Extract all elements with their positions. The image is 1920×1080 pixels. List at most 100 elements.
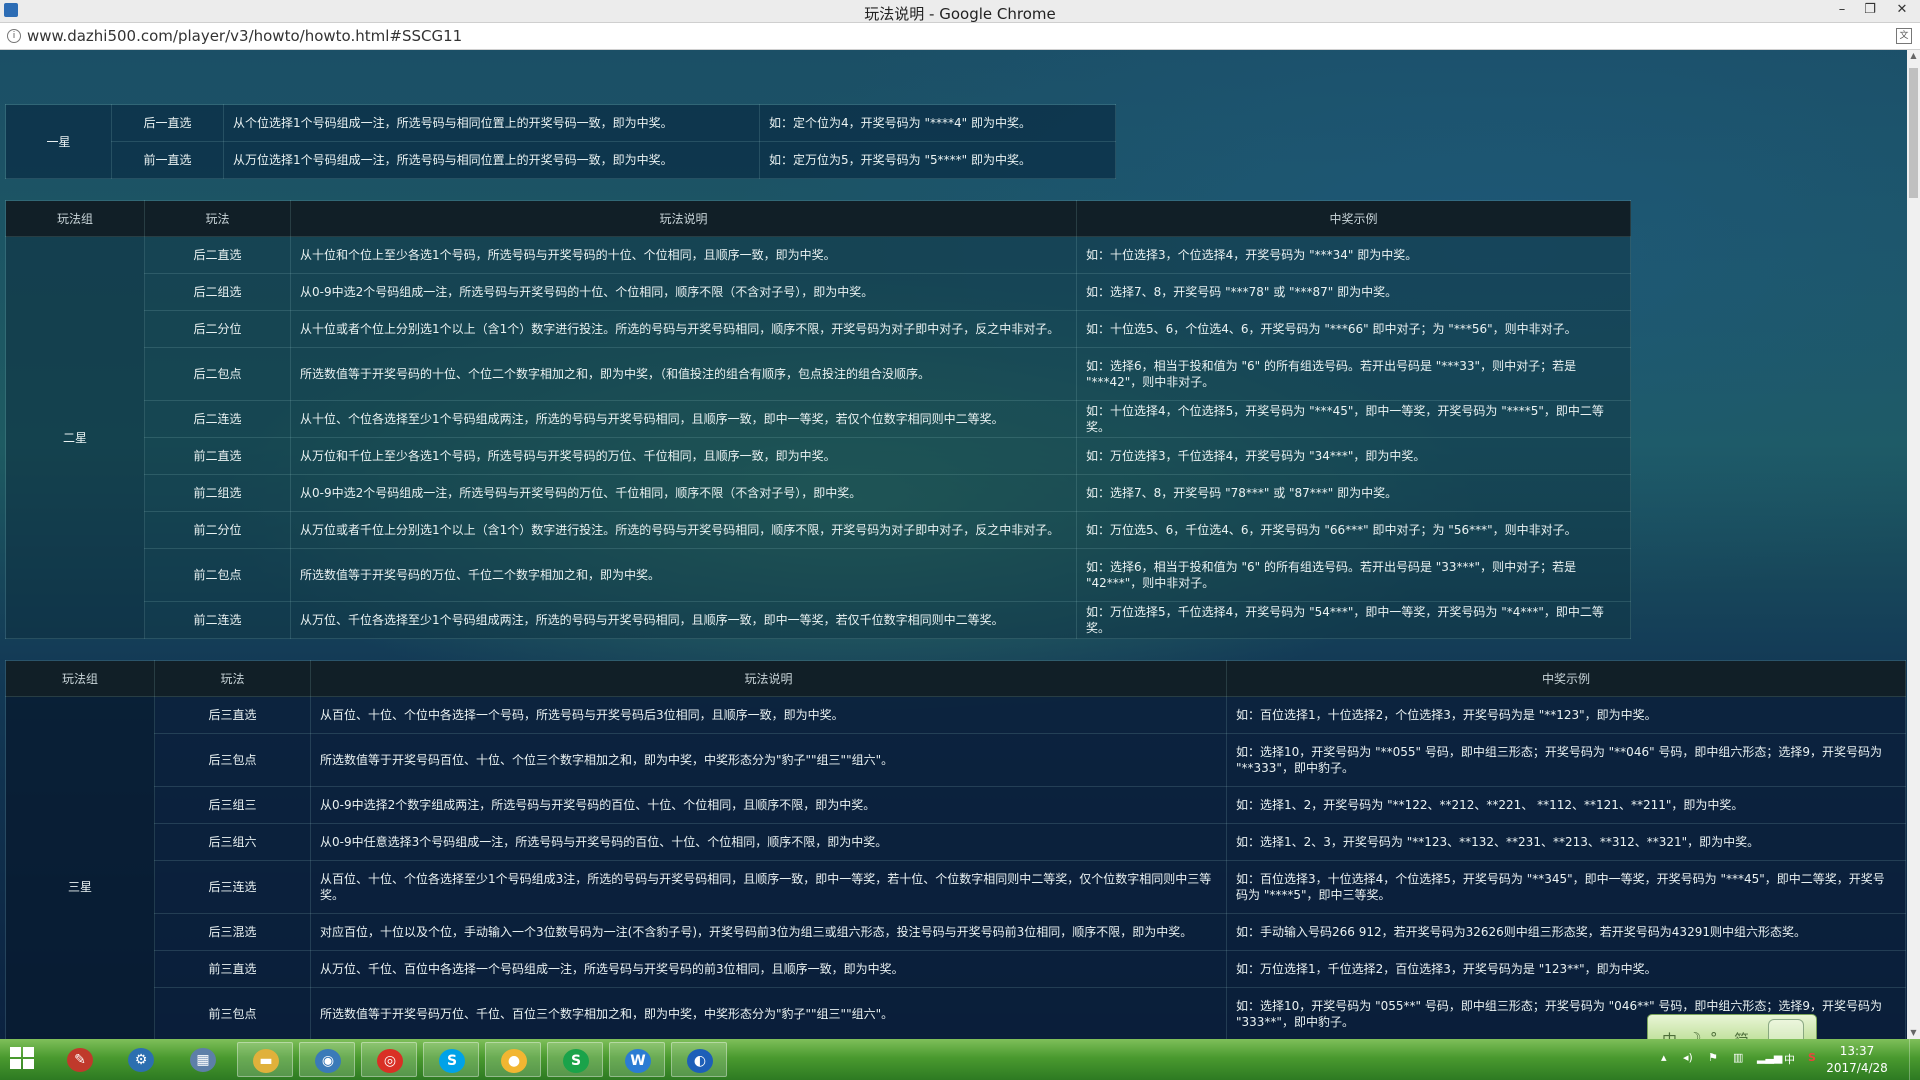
tools-app-icon: ⚙: [128, 1048, 154, 1072]
play-name-cell: 后二直选: [144, 236, 291, 274]
minimize-button[interactable]: –: [1828, 0, 1856, 22]
table-row: 后二连选 从十位、个位各选择至少1个号码组成两注，所选的号码与开奖号码相同，且顺序…: [6, 400, 1631, 438]
table-row: 后三混选 对应百位，十位以及个位，手动输入一个3位数号码为一注(不含豹子号)，开奖…: [6, 913, 1906, 951]
three-star-table: 玩法组 玩法 玩法说明 中奖示例 三星 后三直选 从百位、十位、个位中各选择一个号码，所选…: [5, 660, 1906, 1039]
play-name-cell: 后三混选: [154, 913, 311, 951]
win-example-cell: 如：选择6，相当于投和值为 "6" 的所有组选号码。若开出号码是 "***33"…: [1076, 347, 1631, 401]
signal-icon[interactable]: ▂▃▅: [1757, 1051, 1782, 1064]
table-row: 后二包点 所选数值等于开奖号码的十位、个位二个数字相加之和，即为中奖，（和值投注的…: [6, 347, 1631, 401]
writer-app-taskbar-button[interactable]: W: [609, 1042, 665, 1077]
play-description-cell: 从万位选择1个号码组成一注，所选号码与相同位置上的开奖号码一致，即为中奖。: [223, 141, 760, 179]
play-description-cell: 从十位或者个位上分别选1个以上（含1个）数字进行投注。所选的号码与开奖号码相同，…: [290, 310, 1077, 348]
win-example-cell: 如：选择10，开奖号码为 "**055" 号码，即中组三形态；开奖号码为 "**…: [1226, 733, 1906, 787]
antivirus-icon[interactable]: S: [1808, 1051, 1816, 1064]
table-row: 前二分位 从万位或者千位上分别选1个以上（含1个）数字进行投注。所选的号码与开奖号…: [6, 511, 1631, 549]
column-header: 中奖示例: [1076, 200, 1631, 237]
browser-app-taskbar-button[interactable]: ◐: [671, 1042, 727, 1077]
network-app-taskbar-button[interactable]: ◉: [299, 1042, 355, 1077]
win-example-cell: 如：百位选择1，十位选择2，个位选择3，开奖号码为是 "**123"，即为中奖。: [1226, 696, 1906, 734]
site-info-icon[interactable]: i: [7, 29, 21, 43]
ime-moon-icon[interactable]: ☽: [1688, 1029, 1701, 1039]
play-name-cell: 后二连选: [144, 400, 291, 438]
scroll-down-icon[interactable]: ▼: [1907, 1027, 1920, 1039]
translate-icon[interactable]: 文: [1896, 28, 1912, 44]
spreadsheet-app-icon: S: [563, 1049, 589, 1073]
scroll-up-icon[interactable]: ▲: [1907, 50, 1920, 62]
table-row: 一星 后一直选 从个位选择1个号码组成一注，所选号码与相同位置上的开奖号码一致，即为…: [5, 104, 1116, 179]
ime-chinese-mode[interactable]: 中: [1662, 1029, 1677, 1039]
ime-toolbar[interactable]: 中 ☽ °, 简: [1647, 1014, 1817, 1039]
play-name-cell: 后三组六: [154, 823, 311, 861]
play-name-cell: 前三直选: [154, 950, 311, 988]
play-description-cell: 从万位、千位各选择至少1个号码组成两注，所选的号码与开奖号码相同，且顺序一致，即…: [290, 601, 1077, 639]
play-description-cell: 从万位或者千位上分别选1个以上（含1个）数字进行投注。所选的号码与开奖号码相同，…: [290, 511, 1077, 549]
play-name-cell: 后二分位: [144, 310, 291, 348]
play-name-cell: 后三连选: [154, 860, 311, 914]
browser-app-icon: ◐: [687, 1049, 713, 1073]
scrollbar-thumb[interactable]: [1909, 68, 1918, 198]
win-example-cell: 如：百位选择3，十位选择4，个位选择5，开奖号码为 "**345"，即中一等奖，…: [1226, 860, 1906, 914]
chrome-taskbar-button[interactable]: ◎: [361, 1042, 417, 1077]
vertical-scrollbar[interactable]: ▲ ▼: [1907, 50, 1920, 1039]
play-description-cell: 从百位、十位、个位中各选择一个号码，所选号码与开奖号码后3位相同，且顺序一致，即…: [310, 696, 1227, 734]
column-header: 中奖示例: [1226, 660, 1906, 697]
skype-taskbar-button[interactable]: S: [423, 1042, 479, 1077]
table-row: 后二分位 从十位或者个位上分别选1个以上（含1个）数字进行投注。所选的号码与开奖号…: [6, 310, 1631, 348]
address-bar[interactable]: i www.dazhi500.com/player/v3/howto/howto…: [0, 23, 1920, 50]
restore-button[interactable]: ❐: [1856, 0, 1884, 22]
window-title-bar: 玩法说明 - Google Chrome – ❐ ✕: [0, 0, 1920, 23]
play-description-cell: 从百位、十位、个位各选择至少1个号码组成3注，所选的号码与开奖号码相同，且顺序一…: [310, 860, 1227, 914]
tray-flag-icon[interactable]: ⚑: [1708, 1051, 1718, 1064]
play-description-cell: 从十位、个位各选择至少1个号码组成两注，所选的号码与开奖号码相同，且顺序一致，即…: [290, 400, 1077, 438]
page-viewport: 一星 后一直选 从个位选择1个号码组成一注，所选号码与相同位置上的开奖号码一致，即为…: [0, 50, 1907, 1039]
table-row: 三星 后三直选 从百位、十位、个位中各选择一个号码，所选号码与开奖号码后3位相同，且…: [5, 696, 1906, 1039]
win-example-cell: 如：选择1、2、3，开奖号码为 "**123、**132、**231、**213…: [1226, 823, 1906, 861]
paint-app-taskbar-button[interactable]: ✎: [52, 1042, 108, 1077]
ime-punctuation[interactable]: °,: [1710, 1029, 1722, 1039]
colors-app-taskbar-button[interactable]: ●: [485, 1042, 541, 1077]
close-button[interactable]: ✕: [1884, 0, 1920, 22]
network-app-icon: ◉: [315, 1049, 341, 1073]
tray-network-icon[interactable]: ▥: [1733, 1051, 1743, 1064]
play-name-cell: 后二包点: [144, 347, 291, 401]
url-text[interactable]: www.dazhi500.com/player/v3/howto/howto.h…: [27, 27, 462, 45]
column-header: 玩法说明: [290, 200, 1077, 237]
ime-simplified[interactable]: 简: [1734, 1029, 1749, 1039]
win-example-cell: 如：选择1、2，开奖号码为 "**122、**212、**221、 **112、…: [1226, 786, 1906, 824]
win-example-cell: 如：万位选5、6，千位选4、6，开奖号码为 "66***" 即中对子；为 "56…: [1076, 511, 1631, 549]
clock[interactable]: 13:37 2017/4/28: [1822, 1043, 1892, 1077]
column-header: 玩法组: [5, 660, 155, 697]
table-row: 前三包点 所选数值等于开奖号码万位、千位、百位三个数字相加之和，即为中奖，中奖形态…: [6, 987, 1906, 1039]
tray-ime-label[interactable]: 中: [1784, 1051, 1795, 1067]
play-description-cell: 所选数值等于开奖号码万位、千位、百位三个数字相加之和，即为中奖，中奖形态分为"豹…: [310, 987, 1227, 1039]
play-description-cell: 从万位和千位上至少各选1个号码，所选号码与开奖号码的万位、千位相同，且顺序一致，…: [290, 437, 1077, 475]
play-name-cell: 前二组选: [144, 474, 291, 512]
spreadsheet-app-taskbar-button[interactable]: S: [547, 1042, 603, 1077]
colors-app-icon: ●: [501, 1049, 527, 1073]
table-row: 前二连选 从万位、千位各选择至少1个号码组成两注，所选的号码与开奖号码相同，且顺序…: [6, 601, 1631, 639]
win-example-cell: 如：万位选择3，千位选择4，开奖号码为 "34***"，即为中奖。: [1076, 437, 1631, 475]
table-row: 前二组选 从0-9中选2个号码组成一注，所选号码与开奖号码的万位、千位相同，顺序不…: [6, 474, 1631, 512]
table-row: 二星 后二直选 从十位和个位上至少各选1个号码，所选号码与开奖号码的十位、个位相同，…: [5, 236, 1631, 639]
play-group-cell: 二星: [5, 236, 145, 639]
file-explorer-taskbar-button[interactable]: ▬: [237, 1042, 293, 1077]
play-group-cell: 一星: [5, 104, 112, 179]
win-example-cell: 如：十位选择4，个位选择5，开奖号码为 "***45"，即中一等奖，开奖号码为 …: [1076, 400, 1631, 438]
calculator-app-taskbar-button[interactable]: ▦: [175, 1042, 231, 1077]
volume-icon[interactable]: ◂): [1683, 1051, 1693, 1064]
paint-app-icon: ✎: [67, 1048, 93, 1072]
table-row: 前二包点 所选数值等于开奖号码的万位、千位二个数字相加之和，即为中奖。 如：选择6，…: [6, 548, 1631, 602]
play-description-cell: 所选数值等于开奖号码的十位、个位二个数字相加之和，即为中奖，（和值投注的组合有顺…: [290, 347, 1077, 401]
chrome-icon: ◎: [377, 1049, 403, 1073]
tools-app-taskbar-button[interactable]: ⚙: [113, 1042, 169, 1077]
play-name-cell: 前二连选: [144, 601, 291, 639]
play-name-cell: 前三包点: [154, 987, 311, 1039]
clock-date: 2017/4/28: [1826, 1061, 1888, 1075]
play-description-cell: 对应百位，十位以及个位，手动输入一个3位数号码为一注(不含豹子号)，开奖号码前3…: [310, 913, 1227, 951]
show-desktop-button[interactable]: [1909, 1039, 1920, 1080]
tray-expand-icon[interactable]: ▴: [1661, 1051, 1667, 1064]
play-description-cell: 从0-9中选2个号码组成一注，所选号码与开奖号码的万位、千位相同，顺序不限（不含…: [290, 474, 1077, 512]
play-description-cell: 从个位选择1个号码组成一注，所选号码与相同位置上的开奖号码一致，即为中奖。: [223, 104, 760, 142]
play-name-cell: 后三组三: [154, 786, 311, 824]
start-button[interactable]: [10, 1047, 36, 1071]
